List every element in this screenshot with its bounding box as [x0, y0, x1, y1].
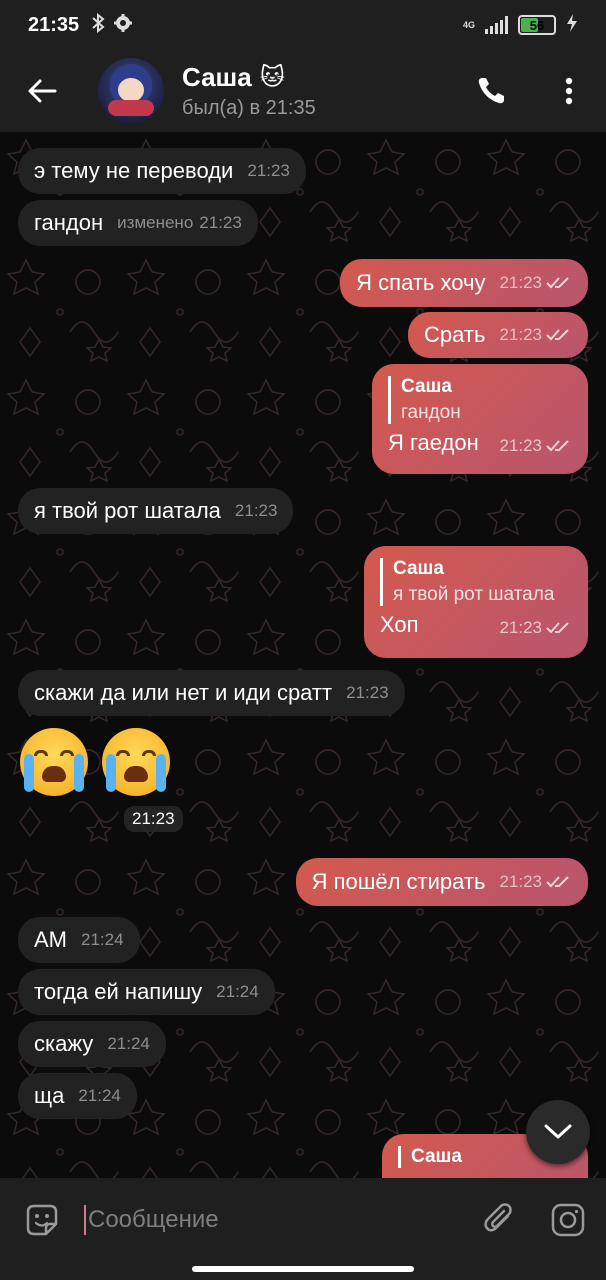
message-text: гандон [34, 210, 104, 235]
last-seen-status: был(а) в 21:35 [182, 97, 316, 119]
message-time: 21:23 [346, 683, 389, 702]
paperclip-icon [484, 1203, 512, 1232]
status-time: 21:35 [28, 13, 80, 36]
message-emoji[interactable] [20, 728, 170, 796]
message-incoming[interactable]: я твой рот шатала 21:23 [18, 488, 294, 534]
read-checkmarks-icon [546, 277, 569, 289]
battery-icon: 56 [518, 15, 556, 35]
attach-button[interactable] [470, 1178, 530, 1262]
sticker-icon [26, 1204, 58, 1236]
camera-icon [551, 1203, 585, 1237]
sticker-button[interactable] [0, 1178, 84, 1262]
battery-level: 56 [529, 17, 545, 33]
message-time: 21:23 [499, 436, 572, 456]
reply-text: я твой рот шатала [393, 584, 555, 605]
read-checkmarks-icon [546, 622, 569, 634]
message-time: 21:23 [247, 161, 290, 180]
message-input-bar [0, 1178, 606, 1262]
message-text: ща [34, 1083, 65, 1108]
loudly-crying-emoji [102, 728, 170, 796]
chat-name: Саша [182, 62, 252, 92]
back-button[interactable] [0, 50, 84, 132]
chat-title: Саша 🐱 [182, 62, 316, 93]
message-time: 21:23 [499, 273, 572, 293]
message-outgoing[interactable]: Срать 21:23 [408, 312, 588, 358]
message-time: 21:23 [499, 618, 572, 638]
message-incoming[interactable]: ща 21:24 [18, 1073, 137, 1119]
message-text: я твой рот шатала [34, 498, 221, 523]
network-type: 4G [462, 19, 475, 30]
text-cursor [84, 1205, 86, 1235]
charging-icon [566, 13, 578, 37]
chat-info[interactable]: Саша 🐱 был(а) в 21:35 [182, 62, 316, 120]
message-incoming[interactable]: АМ 21:24 [18, 917, 140, 963]
message-text: Я гаедон [388, 430, 479, 455]
message-time: 21:23 [124, 806, 183, 832]
message-time: 21:23 [199, 213, 242, 232]
message-time: 21:24 [107, 1034, 150, 1053]
phone-icon [478, 78, 504, 104]
message-time: 21:23 [499, 325, 572, 345]
chat-header: Саша 🐱 был(а) в 21:35 [0, 50, 606, 132]
reply-author: Саша [393, 558, 444, 579]
chevron-down-icon [544, 1124, 572, 1139]
system-nav-bar [0, 1262, 606, 1280]
more-vertical-icon [565, 77, 573, 105]
loudly-crying-emoji [20, 728, 88, 796]
message-text: АМ [34, 927, 67, 952]
message-incoming[interactable]: э тему не переводи 21:23 [18, 148, 306, 194]
reply-quote[interactable]: Саша гандон [388, 376, 572, 424]
chat-area[interactable]: э тему не переводи 21:23 гандон изменено… [0, 132, 606, 1178]
message-text: Хоп [380, 612, 419, 637]
arrow-left-icon [28, 79, 57, 103]
avatar[interactable] [98, 58, 164, 124]
status-icons [91, 12, 133, 38]
message-input[interactable] [84, 1190, 470, 1250]
signal-icon [485, 16, 508, 34]
read-checkmarks-icon [546, 876, 569, 888]
read-checkmarks-icon [546, 329, 569, 341]
status-bar: 21:35 4G 56 [0, 0, 606, 50]
message-incoming[interactable]: гандон изменено 21:23 [18, 200, 258, 246]
read-checkmarks-icon [546, 440, 569, 452]
message-time: 21:24 [81, 930, 124, 949]
camera-button[interactable] [530, 1178, 606, 1262]
edited-label: изменено [117, 213, 194, 232]
message-text: скажи да или нет и иди сратт [34, 680, 333, 705]
message-time: 21:23 [499, 872, 572, 892]
settings-gear-icon [113, 13, 133, 38]
message-time: 21:24 [216, 982, 259, 1001]
message-time: 21:23 [234, 501, 278, 520]
message-incoming[interactable]: скажу 21:24 [18, 1021, 166, 1067]
message-text: Я спать хочу [356, 270, 486, 295]
message-outgoing-reply[interactable]: Саша гандон Я гаедон 21:23 [372, 364, 588, 474]
message-text: скажу [34, 1031, 94, 1056]
message-outgoing[interactable]: Я пошёл стирать 21:23 [295, 858, 588, 906]
name-emoji: 🐱 [259, 64, 285, 91]
message-time: 21:24 [78, 1086, 121, 1105]
bluetooth-icon [91, 12, 105, 38]
message-incoming[interactable]: скажи да или нет и иди сратт 21:23 [18, 670, 405, 716]
status-right: 4G 56 [462, 13, 578, 37]
message-text-field[interactable] [87, 1206, 470, 1234]
home-indicator[interactable] [192, 1266, 414, 1272]
message-outgoing-reply[interactable]: Саша я твой рот шатала Хоп 21:23 [364, 546, 588, 658]
message-text: э тему не переводи [34, 158, 234, 183]
reply-text: гандон [401, 402, 461, 423]
message-text: Срать [424, 322, 486, 347]
message-outgoing[interactable]: Я спать хочу 21:23 [340, 259, 588, 307]
scroll-to-bottom-button[interactable] [526, 1100, 590, 1164]
message-text: Я пошёл стирать [311, 869, 486, 894]
more-menu-button[interactable] [554, 70, 584, 112]
reply-author: Саша [401, 376, 452, 397]
call-button[interactable] [470, 70, 512, 112]
message-incoming[interactable]: тогда ей напишу 21:24 [18, 969, 275, 1015]
reply-quote[interactable]: Саша я твой рот шатала [380, 558, 572, 606]
message-text: тогда ей напишу [34, 979, 203, 1004]
